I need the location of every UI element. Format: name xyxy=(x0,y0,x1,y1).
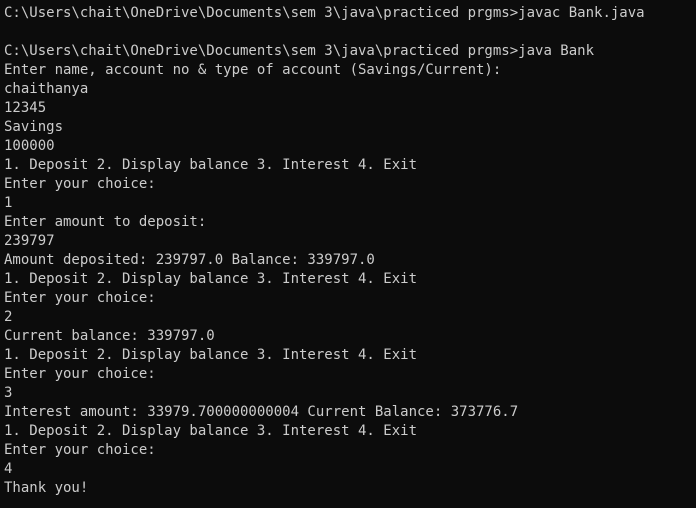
input-choice: 2 xyxy=(4,309,13,325)
output-interest: Interest amount: 33979.700000000004 Curr… xyxy=(4,404,519,420)
menu-line: 1. Deposit 2. Display balance 3. Interes… xyxy=(4,271,418,287)
menu-line: 1. Deposit 2. Display balance 3. Interes… xyxy=(4,423,418,439)
menu-line: 1. Deposit 2. Display balance 3. Interes… xyxy=(4,157,418,173)
output-balance: Current balance: 339797.0 xyxy=(4,328,215,344)
output-exit-message: Thank you! xyxy=(4,480,89,496)
input-deposit-amount: 239797 xyxy=(4,233,55,249)
input-choice: 1 xyxy=(4,195,13,211)
input-account-type: Savings xyxy=(4,119,64,135)
input-initial-balance: 100000 xyxy=(4,138,55,154)
input-name: chaithanya xyxy=(4,81,89,97)
input-account-no: 12345 xyxy=(4,100,47,116)
menu-line: 1. Deposit 2. Display balance 3. Interes… xyxy=(4,347,418,363)
terminal-window[interactable]: C:\Users\chait\OneDrive\Documents\sem 3\… xyxy=(0,0,696,508)
prompt-choice: Enter your choice: xyxy=(4,442,156,458)
command-line-compile: C:\Users\chait\OneDrive\Documents\sem 3\… xyxy=(4,5,645,21)
output-deposit: Amount deposited: 239797.0 Balance: 3397… xyxy=(4,252,375,268)
prompt-deposit-amount: Enter amount to deposit: xyxy=(4,214,207,230)
prompt-account-details: Enter name, account no & type of account… xyxy=(4,62,502,78)
prompt-choice: Enter your choice: xyxy=(4,366,156,382)
command-line-run: C:\Users\chait\OneDrive\Documents\sem 3\… xyxy=(4,43,595,59)
prompt-choice: Enter your choice: xyxy=(4,176,156,192)
input-choice: 3 xyxy=(4,385,13,401)
prompt-choice: Enter your choice: xyxy=(4,290,156,306)
input-choice: 4 xyxy=(4,461,13,477)
